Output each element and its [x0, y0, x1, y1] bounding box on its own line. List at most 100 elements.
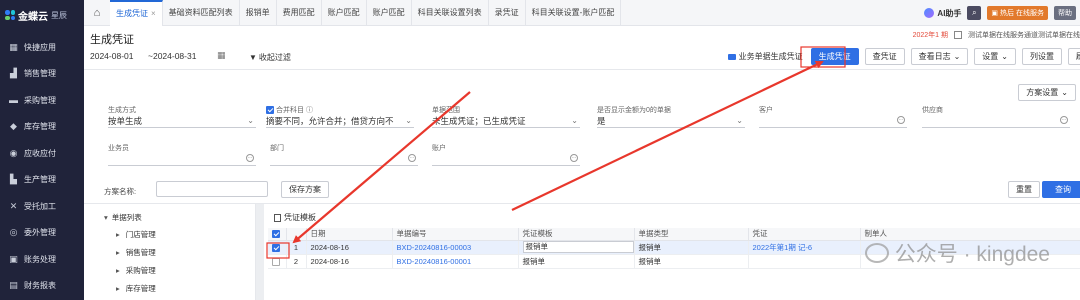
row-bill-no-link[interactable]: BXD-20240816-00003 — [392, 240, 519, 255]
sidebar-item-reports[interactable]: ▤ 财务报表 — [0, 273, 84, 300]
collapse-filter-button[interactable]: ▼ 收起过滤 — [249, 52, 291, 63]
show-zero-select[interactable]: 是 ⌄ — [597, 115, 745, 128]
tree-root[interactable]: 单据列表 — [104, 212, 142, 223]
header-voucher[interactable]: 凭证 — [748, 228, 861, 241]
tab-label: 录凭证 — [494, 8, 519, 17]
tab-expense-match[interactable]: 费用匹配 — [277, 0, 322, 26]
tab-account-match-2[interactable]: 账户匹配 — [367, 0, 412, 26]
sidebar-item-consigned[interactable]: ✕ 受托加工 — [0, 193, 84, 220]
row-voucher-link[interactable] — [748, 254, 861, 269]
column-settings-button[interactable]: 列设置 — [1022, 48, 1062, 65]
row-checkbox-cell[interactable] — [268, 254, 287, 269]
row-checkbox[interactable] — [272, 243, 280, 252]
sidebar-item-shortcuts[interactable]: ▦ 快捷应用 — [0, 34, 84, 61]
row-checkbox[interactable] — [272, 257, 280, 266]
tab-subject-link-list[interactable]: 科目关联设置列表 — [412, 0, 489, 26]
view-voucher-button[interactable]: 查凭证 — [864, 48, 905, 65]
save-scheme-button[interactable]: 保存方案 — [281, 181, 329, 198]
tab-expense-report[interactable]: 报销单 — [240, 0, 277, 26]
settings-button[interactable]: 设置 ⌄ — [974, 48, 1016, 65]
field-department: 部门 ··· — [270, 143, 418, 166]
tab-generate-voucher[interactable]: 生成凭证 × — [110, 0, 163, 26]
query-button[interactable]: 查询 — [1042, 181, 1080, 198]
sidebar-item-sales[interactable]: ▟ 销售管理 — [0, 61, 84, 88]
salesman-lookup[interactable]: ··· — [108, 153, 256, 166]
row-template-cell[interactable]: 报销单 — [518, 240, 635, 255]
merge-subject-select[interactable]: 摘要不同，允许合并；借贷方向不 ⌄ — [266, 115, 414, 128]
account-lookup[interactable]: ··· — [432, 153, 580, 166]
refresh-button[interactable]: 刷新 — [1068, 48, 1080, 65]
help-button[interactable]: 帮助 — [1054, 6, 1076, 20]
calendar-icon[interactable]: ▦ — [217, 50, 226, 61]
header-bill-no[interactable]: 单据编号 — [392, 228, 519, 241]
select-all-checkbox[interactable] — [272, 230, 280, 239]
sidebar-item-inventory[interactable]: ◆ 库存管理 — [0, 114, 84, 141]
generate-voucher-button[interactable]: 生成凭证 — [810, 48, 859, 65]
tab-basic-data-match[interactable]: 基础资料匹配列表 — [163, 0, 240, 26]
row-checkbox-cell[interactable] — [268, 240, 287, 255]
notice-checkbox[interactable] — [954, 31, 962, 39]
date-to-input[interactable]: ~2024-08-31 — [148, 51, 196, 61]
tree-item-inventory[interactable]: 库存管理 — [116, 283, 156, 294]
field-bill-range: 单据范围 未生成凭证；已生成凭证 ⌄ — [432, 105, 580, 128]
sidebar-item-outsource[interactable]: ◎ 委外管理 — [0, 220, 84, 247]
date-from-input[interactable]: 2024-08-01 — [90, 51, 133, 61]
field-label: 是否显示金额为0的单据 — [597, 107, 671, 114]
header-select-all[interactable] — [268, 228, 287, 241]
field-salesman: 业务员 ··· — [108, 143, 256, 166]
home-tab[interactable]: ⌂ — [84, 0, 110, 26]
sidebar-item-ledger[interactable]: ▣ 账务处理 — [0, 246, 84, 273]
field-label: 部门 — [270, 145, 284, 152]
scheme-name-input[interactable] — [156, 181, 268, 197]
bill-range-select[interactable]: 未生成凭证；已生成凭证 ⌄ — [432, 115, 580, 128]
ai-assistant-button[interactable]: AI助手 — [924, 8, 961, 19]
tab-subject-link-account[interactable]: 科目关联设置-账户匹配 — [526, 0, 622, 26]
help-circle-icon: ⓘ — [305, 107, 313, 114]
tree-item-store[interactable]: 门店管理 — [116, 229, 156, 240]
chevron-down-icon: ⌄ — [1001, 52, 1008, 61]
ai-icon — [924, 8, 935, 18]
tree-item-purchase[interactable]: 采购管理 — [116, 265, 156, 276]
watermark-text: 公众号 · kingdee — [894, 243, 1050, 266]
sidebar-item-production[interactable]: ▙ 生产管理 — [0, 167, 84, 194]
field-value: 按单生成 — [108, 116, 143, 126]
tab-enter-voucher[interactable]: 录凭证 — [489, 0, 526, 26]
row-template[interactable]: 报销单 — [518, 254, 635, 269]
more-icon[interactable]: ··· — [408, 154, 416, 162]
video-icon — [727, 53, 736, 60]
scheme-settings-select[interactable]: 方案设置 ⌄ — [1018, 84, 1076, 101]
department-lookup[interactable]: ··· — [270, 153, 418, 166]
tree-scrollbar[interactable] — [256, 204, 264, 300]
doc-generate-voucher-button[interactable]: 业务单据生成凭证 — [725, 48, 805, 65]
sidebar-item-purchase[interactable]: ▬ 采购管理 — [0, 87, 84, 114]
tab-account-match[interactable]: 账户匹配 — [322, 0, 367, 26]
row-index: 2 — [286, 254, 307, 269]
row-bill-no-link[interactable]: BXD-20240816-00001 — [392, 254, 519, 269]
row-template-input[interactable]: 报销单 — [522, 241, 633, 253]
sidebar-item-receivables[interactable]: ◉ 应收应付 — [0, 140, 84, 167]
header-date[interactable]: 日期 — [306, 228, 393, 241]
supplier-lookup[interactable]: ··· — [922, 115, 1070, 128]
online-service-button[interactable]: ▣ 热后 在线服务 — [987, 6, 1048, 20]
generate-mode-select[interactable]: 按单生成 ⌄ — [108, 115, 256, 128]
view-log-button[interactable]: 查看日志 ⌄ — [910, 48, 969, 65]
header-bill-type[interactable]: 单据类型 — [634, 228, 749, 241]
header-template[interactable]: 凭证模板 — [518, 228, 635, 241]
more-icon[interactable]: ··· — [570, 154, 578, 162]
more-icon[interactable]: ··· — [897, 116, 905, 124]
report-icon: ▤ — [9, 280, 18, 291]
merge-subject-checkbox[interactable] — [266, 106, 274, 115]
voucher-template-button[interactable]: 凭证模板 — [274, 212, 316, 223]
tree-item-sales[interactable]: 销售管理 — [116, 247, 156, 258]
search-button[interactable]: ⌕ — [967, 6, 982, 20]
row-voucher-link[interactable]: 2022年第1期 记-6 — [748, 240, 861, 255]
more-icon[interactable]: ··· — [1060, 116, 1068, 124]
reset-button[interactable]: 重置 — [1008, 181, 1040, 198]
close-icon[interactable]: × — [151, 9, 156, 18]
more-icon[interactable]: ··· — [246, 154, 254, 162]
customer-lookup[interactable]: ··· — [759, 115, 907, 128]
box-icon: ◆ — [10, 121, 17, 132]
field-label: 账户 — [432, 145, 446, 152]
cart-icon: ▬ — [9, 94, 18, 105]
app-window: 金蝶云 星辰 ▦ 快捷应用 ▟ 销售管理 ▬ 采购管理 ◆ 库存管理 ◉ 应收应付 ▙ 生产… — [0, 0, 1080, 300]
